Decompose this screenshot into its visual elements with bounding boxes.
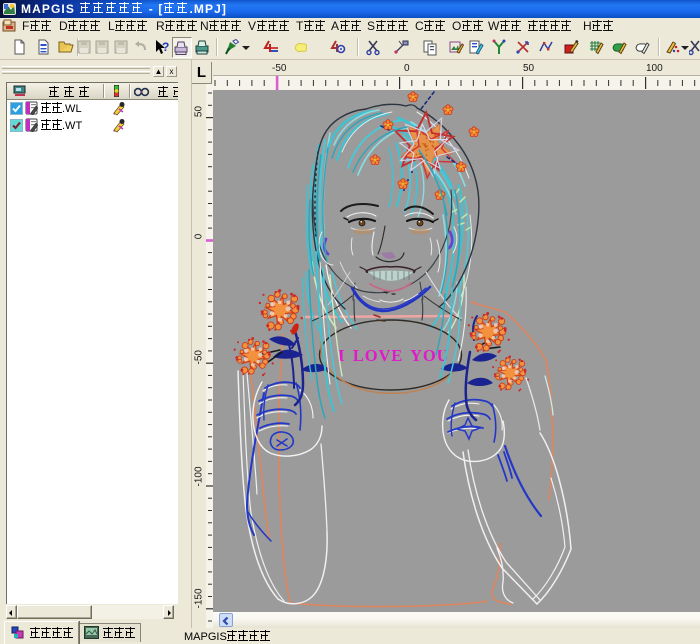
- svg-text:I LOVE YOU: I LOVE YOU: [338, 346, 450, 365]
- svg-text:?: ?: [162, 40, 169, 54]
